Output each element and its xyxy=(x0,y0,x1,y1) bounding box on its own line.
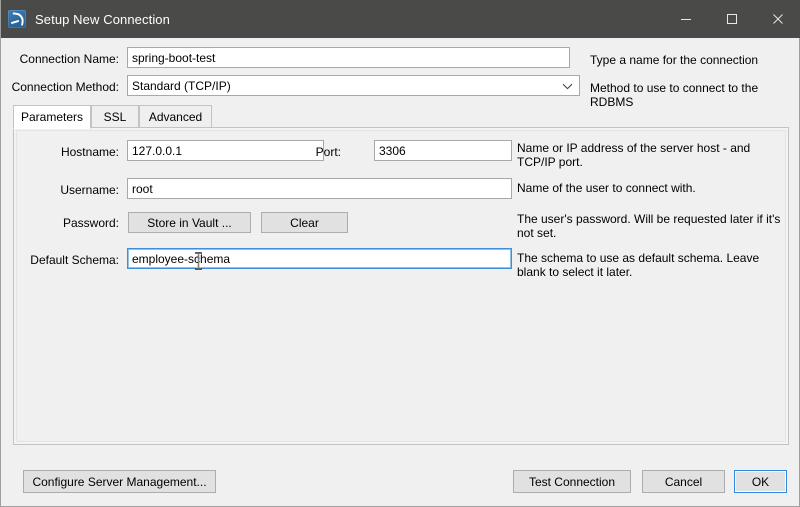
tab-advanced[interactable]: Advanced xyxy=(139,105,212,128)
default-schema-label: Default Schema: xyxy=(30,253,119,267)
window-title: Setup New Connection xyxy=(35,11,170,27)
default-schema-input[interactable]: employee-schema xyxy=(127,248,512,269)
connection-method-label: Connection Method: xyxy=(11,80,119,94)
tab-parameters[interactable]: Parameters xyxy=(13,105,91,129)
hostname-input[interactable]: 127.0.0.1 xyxy=(127,140,324,161)
tab-ssl[interactable]: SSL xyxy=(91,105,139,128)
mysql-workbench-icon xyxy=(8,10,26,28)
default-schema-hint: The schema to use as default schema. Lea… xyxy=(517,251,760,279)
username-label: Username: xyxy=(60,183,119,197)
window-controls xyxy=(663,0,800,38)
port-input[interactable]: 3306 xyxy=(374,140,512,161)
cancel-button[interactable]: Cancel xyxy=(642,470,725,493)
port-label: Port: xyxy=(315,145,341,159)
username-hint: Name of the user to connect with. xyxy=(517,181,696,195)
password-hint: The user's password. Will be requested l… xyxy=(517,212,781,240)
connection-method-value: Standard (TCP/IP) xyxy=(132,78,231,93)
connection-method-select[interactable]: Standard (TCP/IP) xyxy=(127,75,580,96)
configure-server-management-button[interactable]: Configure Server Management... xyxy=(23,470,216,493)
test-connection-button[interactable]: Test Connection xyxy=(513,470,631,493)
tab-strip: Parameters SSL Advanced xyxy=(13,105,789,129)
password-label: Password: xyxy=(62,216,119,230)
hostname-label: Hostname: xyxy=(60,145,119,159)
parameters-panel-inner xyxy=(16,130,786,442)
setup-new-connection-dialog: Setup New Connection Connection Name: sp… xyxy=(0,0,800,507)
connection-name-input[interactable]: spring-boot-test xyxy=(127,47,570,68)
parameters-panel xyxy=(13,127,789,445)
username-input[interactable]: root xyxy=(127,178,512,199)
close-icon[interactable] xyxy=(755,0,800,38)
minimize-icon[interactable] xyxy=(663,0,709,38)
ok-button[interactable]: OK xyxy=(734,470,787,493)
store-in-vault-button[interactable]: Store in Vault ... xyxy=(128,212,251,233)
connection-name-hint: Type a name for the connection xyxy=(590,53,759,67)
title-bar: Setup New Connection xyxy=(1,0,800,38)
clear-password-button[interactable]: Clear xyxy=(261,212,348,233)
chevron-down-icon xyxy=(562,79,573,93)
maximize-icon[interactable] xyxy=(709,0,755,38)
hostname-hint: Name or IP address of the server host - … xyxy=(517,141,751,169)
connection-name-label: Connection Name: xyxy=(19,52,119,66)
